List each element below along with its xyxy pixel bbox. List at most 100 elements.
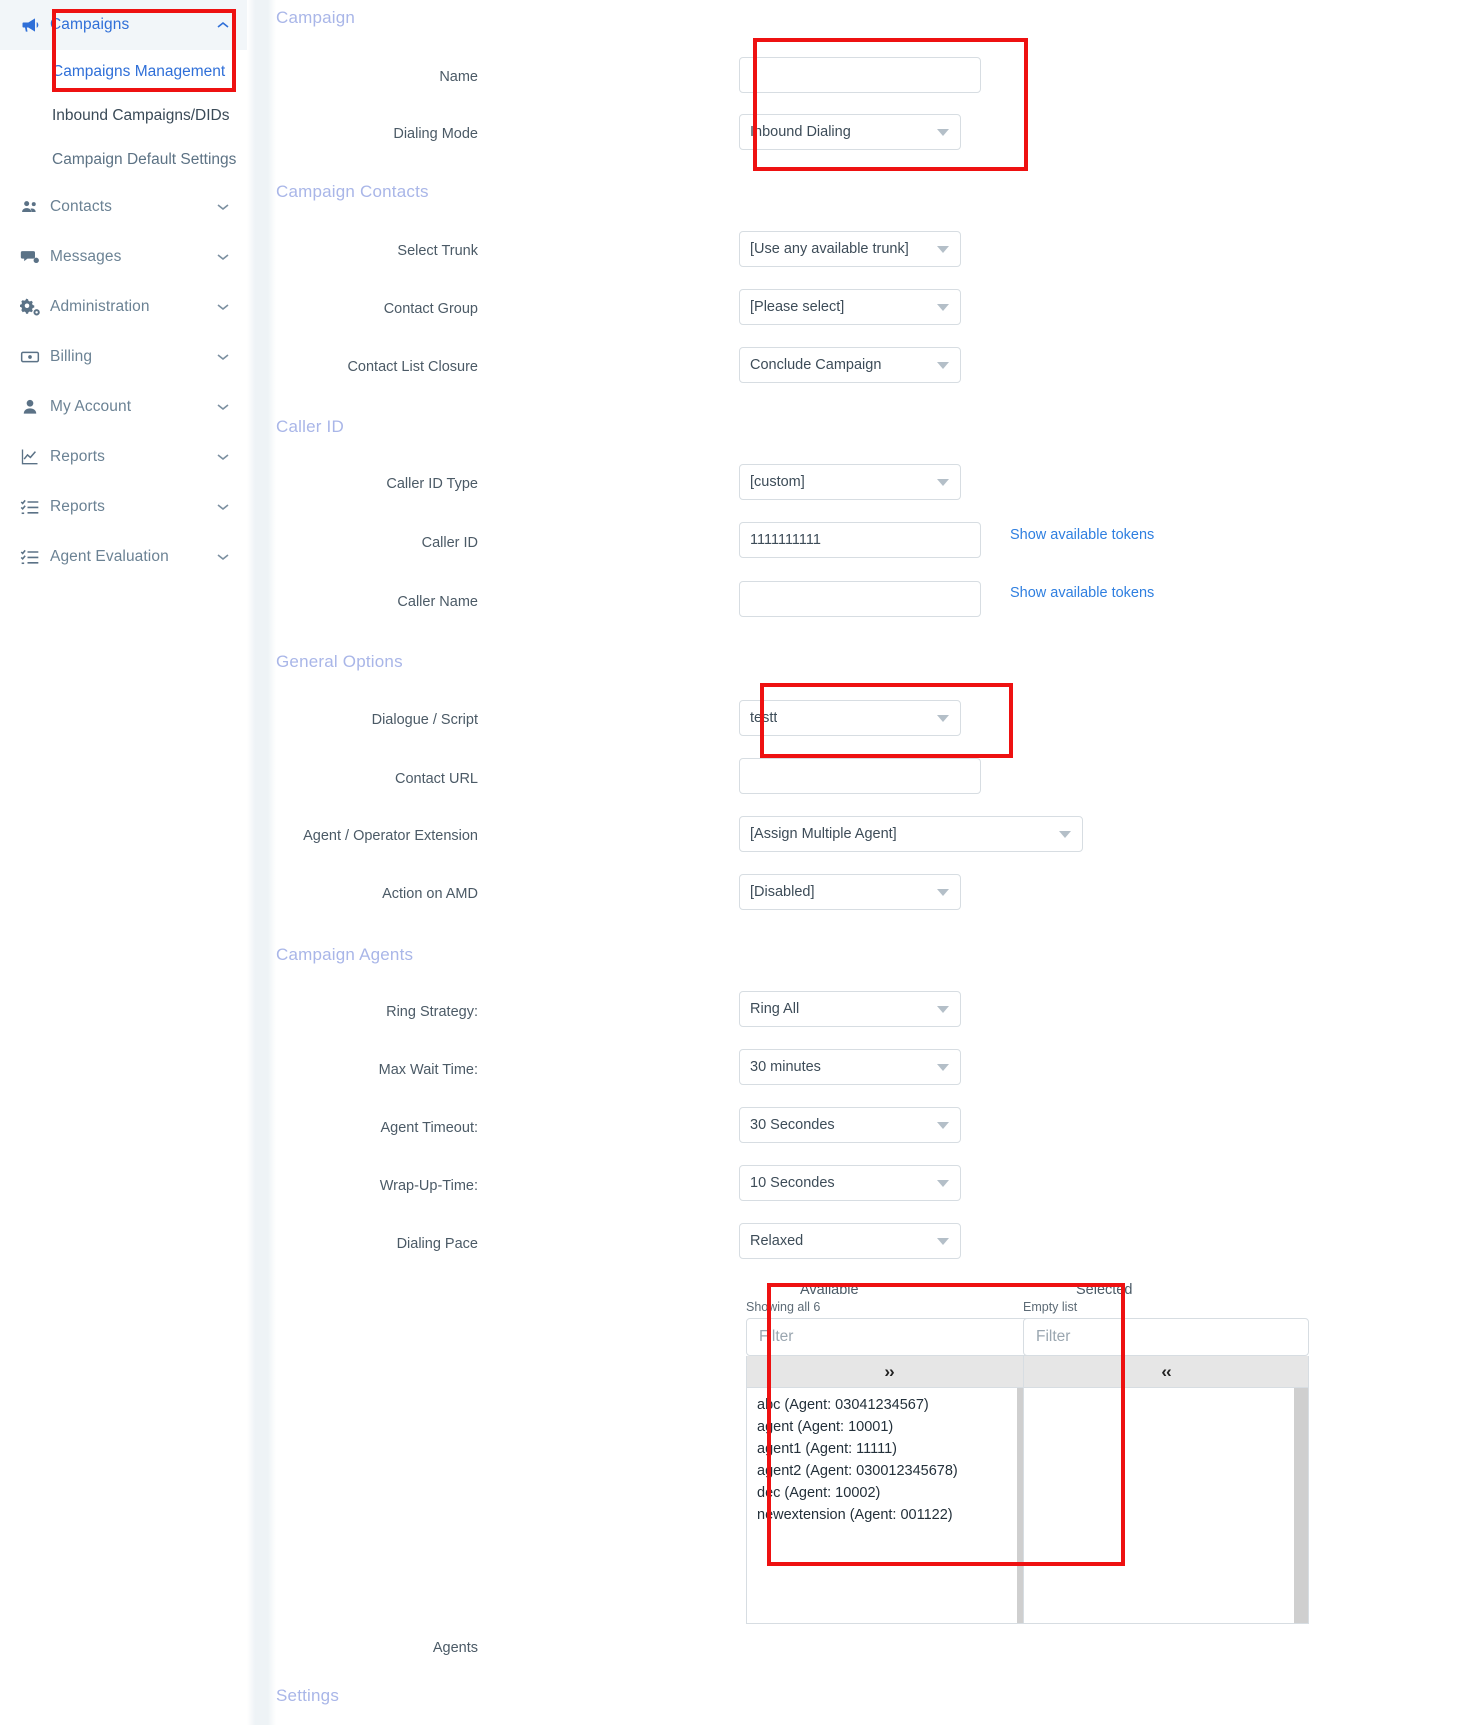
caller-name-input[interactable] <box>739 581 981 617</box>
list-item[interactable]: agent2 (Agent: 030012345678) <box>747 1460 1031 1482</box>
list-item[interactable]: agent (Agent: 10001) <box>747 1416 1031 1438</box>
sidebar-item-agent-evaluation[interactable]: Agent Evaluation <box>0 532 247 582</box>
caller-id-type-select[interactable]: [custom] <box>739 464 961 500</box>
label-caller-id: Caller ID <box>421 535 478 551</box>
selected-filter-input[interactable]: Filter <box>1023 1318 1309 1356</box>
label-agent-timeout: Agent Timeout: <box>380 1120 478 1136</box>
contact-group-select[interactable]: [Please select] <box>739 289 961 325</box>
move-to-available-button[interactable]: ‹‹ <box>1023 1356 1309 1388</box>
sidebar-item-label: Reports <box>50 448 105 465</box>
available-list[interactable]: abc (Agent: 03041234567) agent (Agent: 10… <box>747 1388 1031 1526</box>
dialing-pace-select[interactable]: Relaxed <box>739 1223 961 1259</box>
sidebar-item-label: Billing <box>50 348 93 365</box>
sidebar-item-campaign-default-settings[interactable]: Campaign Default Settings <box>0 138 247 182</box>
section-heading-general-options: General Options <box>276 652 403 671</box>
caller-id-input-value: 1111111111 <box>750 532 821 548</box>
ring-strategy-value: Ring All <box>750 1001 800 1017</box>
chevron-down-icon <box>937 479 949 486</box>
agent-operator-extension-select[interactable]: [Assign Multiple Agent] <box>739 816 1083 852</box>
agent-timeout-select[interactable]: 30 Secondes <box>739 1107 961 1143</box>
label-agent-operator-extension: Agent / Operator Extension <box>303 828 478 844</box>
sidebar-item-reports-list[interactable]: Reports <box>0 482 247 532</box>
chevron-down-icon[interactable] <box>215 303 231 311</box>
chevron-down-icon <box>937 1064 949 1071</box>
select-trunk-select[interactable]: [Use any available trunk] <box>739 231 961 267</box>
select-trunk-value: [Use any available trunk] <box>750 241 909 257</box>
available-filter-input[interactable]: Filter <box>746 1318 1032 1356</box>
ring-strategy-select[interactable]: Ring All <box>739 991 961 1027</box>
gears-icon <box>20 297 50 318</box>
sidebar-item-inbound-campaigns-dids[interactable]: Inbound Campaigns/DIDs <box>0 94 247 138</box>
sidebar-item-campaigns[interactable]: Campaigns <box>0 0 247 50</box>
chevron-down-icon[interactable] <box>215 453 231 461</box>
chevron-down-icon[interactable] <box>215 203 231 211</box>
chevron-up-icon[interactable] <box>215 21 231 29</box>
caller-name-show-tokens-link[interactable]: Show available tokens <box>1010 585 1154 601</box>
selected-list-scrollbar[interactable] <box>1294 1388 1308 1623</box>
selected-list-title: Selected <box>1076 1282 1133 1298</box>
available-list-box[interactable]: abc (Agent: 03041234567) agent (Agent: 10… <box>746 1388 1032 1624</box>
list-item[interactable]: abc (Agent: 03041234567) <box>747 1394 1031 1416</box>
caller-id-show-tokens-link[interactable]: Show available tokens <box>1010 527 1154 543</box>
section-heading-campaign-contacts: Campaign Contacts <box>276 182 429 201</box>
label-dialogue-script: Dialogue / Script <box>371 712 478 728</box>
max-wait-time-select[interactable]: 30 minutes <box>739 1049 961 1085</box>
chevron-down-icon <box>937 362 949 369</box>
action-on-amd-select[interactable]: [Disabled] <box>739 874 961 910</box>
chevron-down-icon <box>937 889 949 896</box>
label-dialing-pace: Dialing Pace <box>396 1236 478 1252</box>
available-list-title: Available <box>800 1282 859 1298</box>
chevron-down-icon[interactable] <box>215 353 231 361</box>
chevron-down-icon <box>937 129 949 136</box>
sidebar-subitem-label: Campaign Default Settings <box>52 151 237 168</box>
chevron-down-icon <box>937 1238 949 1245</box>
label-caller-name: Caller Name <box>397 594 478 610</box>
wrap-up-time-select[interactable]: 10 Secondes <box>739 1165 961 1201</box>
campaign-form: Campaign Name Dialing Mode Inbound Diali… <box>276 0 1463 1725</box>
move-to-selected-button[interactable]: ›› <box>746 1356 1032 1388</box>
chevron-down-icon <box>1059 831 1071 838</box>
sidebar-item-label: Messages <box>50 248 122 265</box>
sidebar-item-my-account[interactable]: My Account <box>0 382 247 432</box>
list-item[interactable]: agent1 (Agent: 11111) <box>747 1438 1031 1460</box>
sidebar-item-messages[interactable]: Messages <box>0 232 247 282</box>
sidebar-subitem-label: Inbound Campaigns/DIDs <box>52 107 230 124</box>
wrap-up-time-value: 10 Secondes <box>750 1175 835 1191</box>
agent-timeout-value: 30 Secondes <box>750 1117 835 1133</box>
label-ring-strategy: Ring Strategy: <box>386 1004 478 1020</box>
section-heading-campaign-agents: Campaign Agents <box>276 945 414 964</box>
sidebar-item-contacts[interactable]: Contacts <box>0 182 247 232</box>
sidebar-item-label: My Account <box>50 398 132 415</box>
contact-group-value: [Please select] <box>750 299 845 315</box>
sidebar-item-label: Contacts <box>50 198 112 215</box>
user-icon <box>20 397 50 417</box>
label-action-on-amd: Action on AMD <box>382 886 478 902</box>
sidebar-item-label: Reports <box>50 498 105 515</box>
dialogue-script-select[interactable]: testt <box>739 700 961 736</box>
name-input[interactable] <box>739 57 981 93</box>
chevron-down-icon[interactable] <box>215 553 231 561</box>
sidebar-item-reports-chart[interactable]: Reports <box>0 432 247 482</box>
label-dialing-mode: Dialing Mode <box>393 126 478 142</box>
chevron-down-icon[interactable] <box>215 503 231 511</box>
contact-url-input[interactable] <box>739 758 981 794</box>
list-item[interactable]: dec (Agent: 10002) <box>747 1482 1031 1504</box>
checklist-icon <box>20 547 50 567</box>
caller-id-input[interactable]: 1111111111 <box>739 522 981 558</box>
chevron-down-icon[interactable] <box>215 403 231 411</box>
people-icon <box>20 197 50 217</box>
contact-list-closure-select[interactable]: Conclude Campaign <box>739 347 961 383</box>
chat-icon <box>20 247 50 267</box>
chevron-down-icon[interactable] <box>215 253 231 261</box>
selected-list-box[interactable] <box>1023 1388 1309 1624</box>
list-item[interactable]: newextension (Agent: 001122) <box>747 1504 1031 1526</box>
section-heading-settings: Settings <box>276 1686 340 1705</box>
sidebar-item-administration[interactable]: Administration <box>0 282 247 332</box>
checklist-icon <box>20 497 50 517</box>
section-heading-campaign: Campaign <box>276 8 356 27</box>
sidebar-item-campaigns-management[interactable]: Campaigns Management <box>0 50 247 94</box>
dialing-mode-select[interactable]: Inbound Dialing <box>739 114 961 150</box>
label-name: Name <box>439 69 478 85</box>
selected-list[interactable] <box>1024 1388 1308 1394</box>
sidebar-item-billing[interactable]: Billing <box>0 332 247 382</box>
